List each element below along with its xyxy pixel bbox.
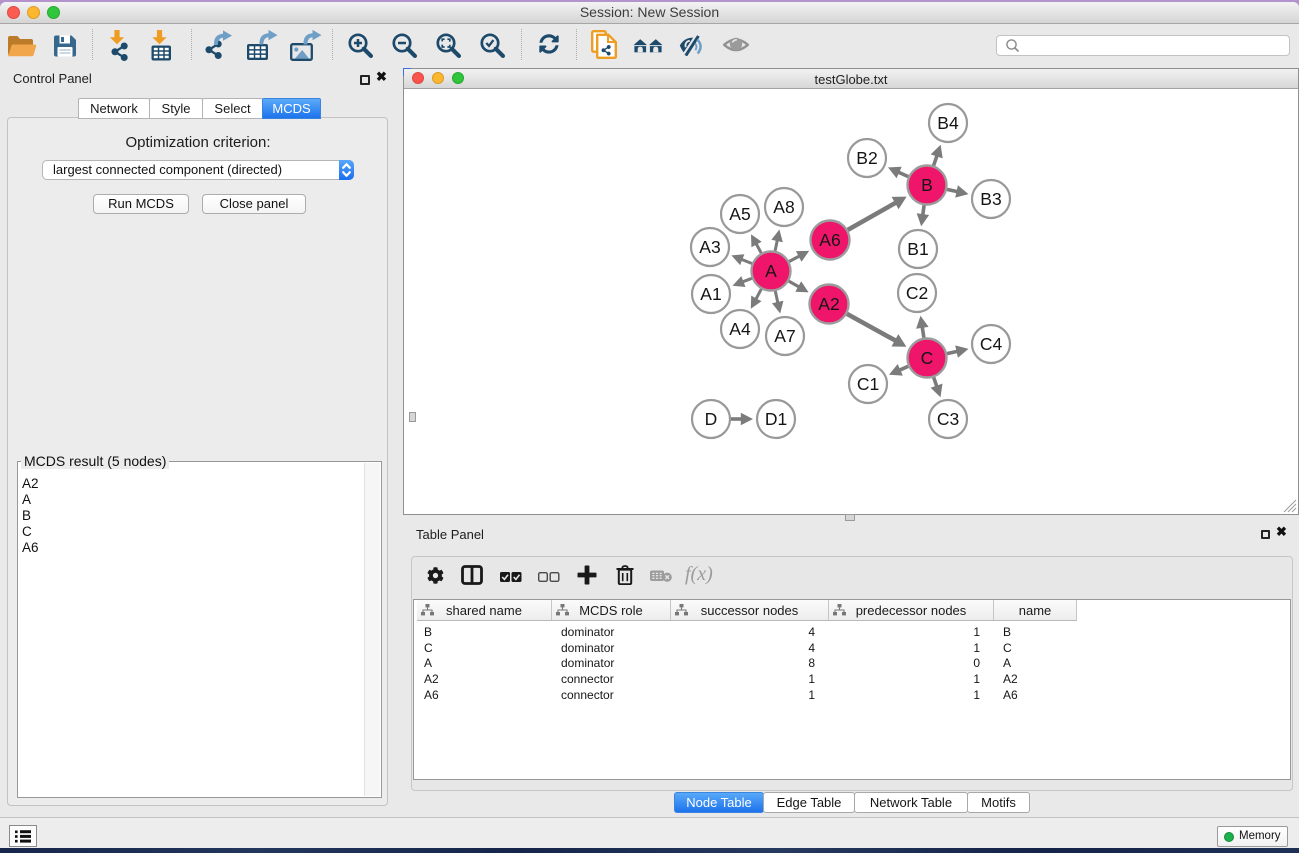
svg-text:D1: D1 bbox=[765, 409, 787, 429]
svg-text:A8: A8 bbox=[773, 197, 794, 217]
svg-text:B4: B4 bbox=[937, 113, 959, 133]
svg-text:A1: A1 bbox=[700, 284, 721, 304]
svg-text:A2: A2 bbox=[818, 294, 839, 314]
svg-text:B: B bbox=[921, 175, 933, 195]
svg-text:B3: B3 bbox=[980, 189, 1001, 209]
svg-text:A5: A5 bbox=[729, 204, 750, 224]
svg-text:A6: A6 bbox=[819, 230, 840, 250]
svg-text:D: D bbox=[705, 409, 718, 429]
svg-text:C3: C3 bbox=[937, 409, 959, 429]
svg-text:C2: C2 bbox=[906, 283, 928, 303]
svg-text:B2: B2 bbox=[856, 148, 877, 168]
svg-text:C4: C4 bbox=[980, 334, 1003, 354]
svg-text:C1: C1 bbox=[857, 374, 879, 394]
svg-text:A4: A4 bbox=[729, 319, 751, 339]
svg-text:A7: A7 bbox=[774, 326, 795, 346]
svg-text:C: C bbox=[921, 348, 934, 368]
svg-text:B1: B1 bbox=[907, 239, 928, 259]
svg-text:A: A bbox=[765, 261, 777, 281]
svg-text:A3: A3 bbox=[699, 237, 720, 257]
